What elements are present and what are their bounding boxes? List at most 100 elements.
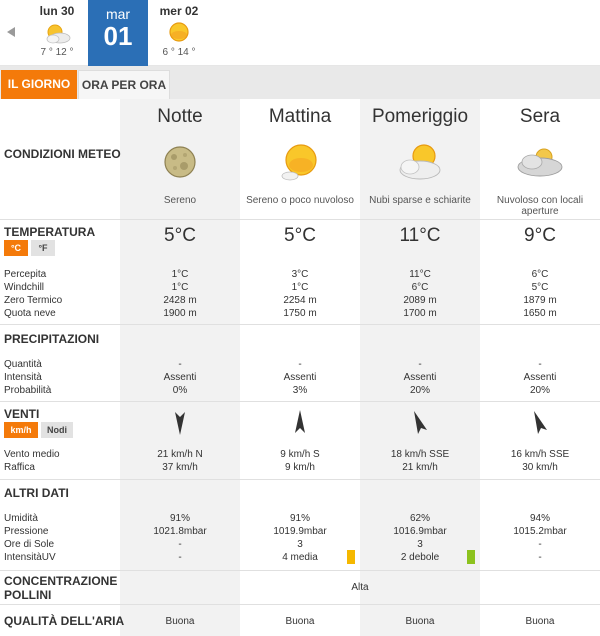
label-raffica: Raffica <box>4 462 35 473</box>
day-wednesday[interactable]: mer 02 6 ° 14 ° <box>149 0 209 66</box>
raffica-value: 37 km/h <box>162 462 198 473</box>
raffica-value: 21 km/h <box>402 462 438 473</box>
qualita-aria-value: Buona <box>525 616 555 627</box>
percepita-value: 11°C <box>409 269 431 280</box>
divider <box>0 401 600 402</box>
probabilita-value: 0% <box>172 385 188 396</box>
umidita-value: 91% <box>289 513 310 524</box>
label-venti: VENTI <box>4 407 40 421</box>
knots-toggle[interactable]: Nodi <box>41 422 73 438</box>
pressione-value: 1015.2mbar <box>513 526 567 537</box>
condition-desc-notte: Sereno <box>163 195 197 206</box>
label-ore-sole: Ore di Sole <box>4 539 55 550</box>
raffica-value: 30 km/h <box>522 462 558 473</box>
vento-medio-value: 21 km/h N <box>157 449 203 460</box>
ore-sole-value: 3 <box>297 539 303 550</box>
label-probabilita: Probabilità <box>4 385 52 396</box>
tab-il-giorno[interactable]: IL GIORNO <box>1 70 77 99</box>
divider <box>0 324 600 325</box>
day-temps: 6 ° 14 ° <box>162 47 196 58</box>
wind-direction-arrow-icon <box>480 408 600 436</box>
quantita-value: - <box>418 359 422 370</box>
label-altri-dati: ALTRI DATI <box>4 486 69 500</box>
day-name: mer 02 <box>159 4 199 18</box>
day-selector: lun 30 7 ° 12 ° mar 01 mer 02 6 ° 14 ° <box>0 0 600 66</box>
zero-termico-value: 2089 m <box>403 295 437 306</box>
day-name: mar <box>105 6 131 22</box>
umidita-value: 94% <box>529 513 550 524</box>
divider <box>0 219 600 220</box>
wind-direction-arrow-icon <box>120 408 240 436</box>
day-tuesday-selected[interactable]: mar 01 <box>88 0 148 66</box>
divider <box>0 479 600 480</box>
label-pollini-line2: POLLINI <box>4 588 52 602</box>
day-number: 01 <box>103 21 133 51</box>
uv-value: - <box>538 552 542 563</box>
windchill-value: 1°C <box>291 282 309 293</box>
label-percepita: Percepita <box>4 269 47 280</box>
period-title-notte: Notte <box>157 106 203 127</box>
uv-level-indicator <box>347 550 355 564</box>
ore-sole-value: - <box>178 539 182 550</box>
divider <box>0 570 600 571</box>
umidita-value: 91% <box>169 513 190 524</box>
percepita-value: 1°C <box>171 269 189 280</box>
cloudy-icon <box>480 140 600 184</box>
temp-sera: 9°C <box>524 225 556 246</box>
label-qualita-aria: QUALITÀ DELL'ARIA <box>4 614 125 628</box>
qualita-aria-value: Buona <box>165 616 195 627</box>
pressione-value: 1021.8mbar <box>153 526 207 537</box>
kmh-toggle[interactable]: km/h <box>4 422 38 438</box>
intensita-value: Assenti <box>523 372 557 383</box>
day-monday[interactable]: lun 30 7 ° 12 ° <box>27 0 87 66</box>
probabilita-value: 20% <box>409 385 430 396</box>
condition-desc-mattina: Sereno o poco nuvoloso <box>246 195 354 206</box>
probabilita-value: 3% <box>292 385 308 396</box>
label-condizioni-meteo: CONDIZIONI METEO <box>4 147 121 161</box>
label-intensita: Intensità <box>4 372 42 383</box>
celsius-toggle[interactable]: °C <box>4 240 28 256</box>
probabilita-value: 20% <box>529 385 550 396</box>
umidita-value: 62% <box>409 513 430 524</box>
pressione-value: 1016.9mbar <box>393 526 447 537</box>
sun-icon <box>240 140 360 184</box>
label-pollini-line1: CONCENTRAZIONE <box>4 574 118 588</box>
quantita-value: - <box>178 359 182 370</box>
intensita-value: Assenti <box>403 372 437 383</box>
label-quota-neve: Quota neve <box>4 308 56 319</box>
temp-notte: 5°C <box>164 225 196 246</box>
quantita-value: - <box>538 359 542 370</box>
zero-termico-value: 2428 m <box>163 295 197 306</box>
label-quantita: Quantità <box>4 359 42 370</box>
label-umidita: Umidità <box>4 513 38 524</box>
qualita-aria-value: Buona <box>285 616 315 627</box>
condition-desc-pomeriggio: Nubi sparse e schiarite <box>369 195 471 206</box>
percepita-value: 3°C <box>291 269 309 280</box>
windchill-value: 6°C <box>411 282 429 293</box>
view-tabs: IL GIORNO ORA PER ORA <box>0 66 600 99</box>
period-title-pomeriggio: Pomeriggio <box>371 106 469 127</box>
wind-direction-arrow-icon <box>240 408 360 436</box>
label-intensita-uv: IntensitàUV <box>4 552 56 563</box>
uv-level-indicator <box>467 550 475 564</box>
day-temps: 7 ° 12 ° <box>40 47 74 58</box>
quota-neve-value: 1900 m <box>163 308 197 319</box>
windchill-value: 5°C <box>531 282 549 293</box>
sun-icon <box>169 22 189 42</box>
raffica-value: 9 km/h <box>284 462 315 473</box>
temp-pomeriggio: 11°C <box>399 225 441 246</box>
quota-neve-value: 1650 m <box>523 308 557 319</box>
zero-termico-value: 1879 m <box>523 295 557 306</box>
tab-ora-per-ora[interactable]: ORA PER ORA <box>78 70 170 99</box>
moon-icon <box>120 140 240 184</box>
ore-sole-value: 3 <box>417 539 423 550</box>
zero-termico-value: 2254 m <box>283 295 317 306</box>
fahrenheit-toggle[interactable]: °F <box>31 240 55 256</box>
condition-desc-sera: Nuvoloso con locali aperture <box>496 195 584 217</box>
ore-sole-value: - <box>538 539 542 550</box>
vento-medio-value: 16 km/h SSE <box>510 449 570 460</box>
previous-day-arrow-icon[interactable] <box>7 27 15 37</box>
partly-cloudy-icon <box>360 140 480 184</box>
uv-value: 2 debole <box>400 552 440 563</box>
label-precipitazioni: PRECIPITAZIONI <box>4 332 100 346</box>
